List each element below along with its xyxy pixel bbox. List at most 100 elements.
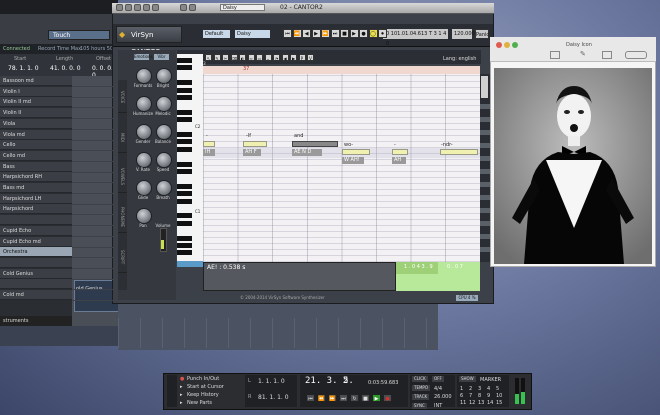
preset-name-field[interactable]: Default <box>203 30 230 38</box>
editor-tool-button[interactable]: ◀ <box>281 54 289 61</box>
black-key[interactable] <box>177 95 192 100</box>
track-lane[interactable] <box>72 97 118 109</box>
side-tab-script[interactable]: SCRIPT <box>118 242 127 273</box>
sung-note[interactable] <box>203 141 215 147</box>
new-parts-toggle[interactable]: New Parts <box>187 400 212 406</box>
track-row[interactable]: Cello <box>0 140 72 151</box>
plugin-transport-button[interactable]: ⏪ <box>292 29 302 38</box>
track-lane[interactable] <box>72 108 118 120</box>
prev-preset-icon[interactable] <box>180 4 187 11</box>
zoom-tab[interactable] <box>480 234 490 239</box>
track-row[interactable]: Bass md <box>0 183 72 193</box>
track-row[interactable]: Harpsichord LH <box>0 193 72 204</box>
sung-note[interactable] <box>243 141 267 147</box>
play-icon[interactable]: ▶ <box>372 394 381 402</box>
plugin-transport-button[interactable]: ⏩ <box>321 29 330 38</box>
black-key[interactable] <box>177 191 192 197</box>
editor-tool-button[interactable]: ◔ <box>273 54 280 61</box>
track-row[interactable]: Violin II <box>0 108 72 119</box>
editor-tool-button[interactable]: ≈ <box>247 54 255 61</box>
black-key[interactable] <box>177 243 192 248</box>
read-automation-icon[interactable] <box>143 4 150 11</box>
rewind-icon[interactable]: ⏪ <box>317 394 326 402</box>
editor-tool-button[interactable]: ◐ <box>239 54 246 61</box>
track-row[interactable]: Bassoon md <box>0 76 72 86</box>
marker-button[interactable]: 9 <box>487 393 490 399</box>
editor-tool-button[interactable]: ↖ <box>205 54 212 61</box>
knob-breath[interactable] <box>156 180 172 196</box>
marker-button[interactable]: 11 <box>460 400 466 406</box>
black-key[interactable] <box>177 220 192 226</box>
knob-bright[interactable] <box>156 68 172 84</box>
emotions-display[interactable]: Emotions <box>134 54 153 60</box>
editor-tool-button[interactable]: ▭ <box>256 54 263 61</box>
track-row[interactable]: Viola <box>0 118 72 129</box>
track-lane[interactable] <box>72 172 118 184</box>
click-button[interactable]: CLICK <box>412 376 428 382</box>
marker-button[interactable]: 3 <box>478 386 481 392</box>
side-tab-midi[interactable]: MIDI <box>118 122 127 153</box>
black-key[interactable] <box>177 198 192 204</box>
zoom-tab[interactable] <box>480 182 490 187</box>
track-lane[interactable] <box>72 269 118 280</box>
zoom-tab[interactable] <box>480 143 490 148</box>
editor-tool-button[interactable]: ✂ <box>222 54 229 61</box>
knob-melodic[interactable] <box>156 96 172 112</box>
black-key[interactable] <box>177 117 192 123</box>
marker-button[interactable]: 13 <box>478 400 484 406</box>
language-selector[interactable]: Lang: english <box>443 56 476 62</box>
record-icon[interactable]: ● <box>383 394 392 402</box>
track-row[interactable]: Bass <box>0 161 72 172</box>
track-lane[interactable] <box>72 237 118 248</box>
zoom-tab[interactable] <box>480 169 490 174</box>
black-key[interactable] <box>177 87 192 93</box>
write-automation-icon[interactable] <box>152 4 159 11</box>
sung-note[interactable] <box>440 149 478 155</box>
vibrato-display[interactable]: Vibr <box>154 54 169 60</box>
track-row[interactable]: Cupid Echo <box>0 225 72 236</box>
punch-in-out-toggle[interactable]: Punch In/Out <box>187 376 219 382</box>
phoneme-block[interactable]: W AH! <box>342 157 364 164</box>
track-row[interactable]: Cello md <box>0 150 72 161</box>
minimize-icon[interactable] <box>504 42 510 48</box>
track-row[interactable] <box>0 279 72 290</box>
track-row[interactable]: Violin I <box>0 86 72 97</box>
black-key[interactable] <box>177 58 192 63</box>
black-key[interactable] <box>177 183 192 189</box>
black-key[interactable] <box>177 109 192 115</box>
marker-button[interactable]: 4 <box>487 386 490 392</box>
zoom-tab[interactable] <box>480 195 490 200</box>
track-lane[interactable] <box>72 290 118 301</box>
track-lane[interactable] <box>72 162 118 173</box>
track-row[interactable]: Harpsichord RH <box>0 172 72 183</box>
start-at-cursor-toggle[interactable]: Start at Cursor <box>187 384 224 390</box>
sung-note[interactable] <box>292 141 338 147</box>
panic-button[interactable]: Panic <box>475 29 489 39</box>
bypass-icon[interactable] <box>134 4 141 11</box>
track-lane[interactable] <box>72 130 118 141</box>
forward-icon[interactable]: ⏩ <box>328 394 337 402</box>
left-locator-value[interactable]: 1. 1. 1. 0 <box>258 378 285 385</box>
close-icon[interactable] <box>116 4 123 11</box>
sung-note[interactable] <box>392 149 408 155</box>
editor-tool-button[interactable]: ▶ <box>290 54 297 61</box>
search-field[interactable] <box>625 51 647 59</box>
marker-button[interactable]: 12 <box>469 400 475 406</box>
editor-tool-button[interactable]: V <box>307 54 314 61</box>
zoom-icon[interactable] <box>512 42 518 48</box>
track-lane[interactable] <box>72 151 118 162</box>
track-row[interactable]: Cold md <box>0 290 72 300</box>
track-row[interactable]: Cold Genius <box>0 268 72 279</box>
plugin-transport-button[interactable]: ⏮ <box>283 29 292 38</box>
track-lane[interactable] <box>72 183 118 194</box>
black-key[interactable] <box>177 161 192 167</box>
marker-button[interactable]: 8 <box>478 393 481 399</box>
instruments-folder[interactable]: struments <box>0 316 72 326</box>
marker-button[interactable]: 15 <box>496 400 502 406</box>
zoom-tab[interactable] <box>480 247 490 252</box>
black-key[interactable] <box>177 213 192 219</box>
track-lane[interactable] <box>72 76 118 87</box>
zoom-tab[interactable] <box>480 117 490 122</box>
marker-button[interactable]: 7 <box>469 393 472 399</box>
cycle-icon[interactable]: ↻ <box>350 394 359 402</box>
